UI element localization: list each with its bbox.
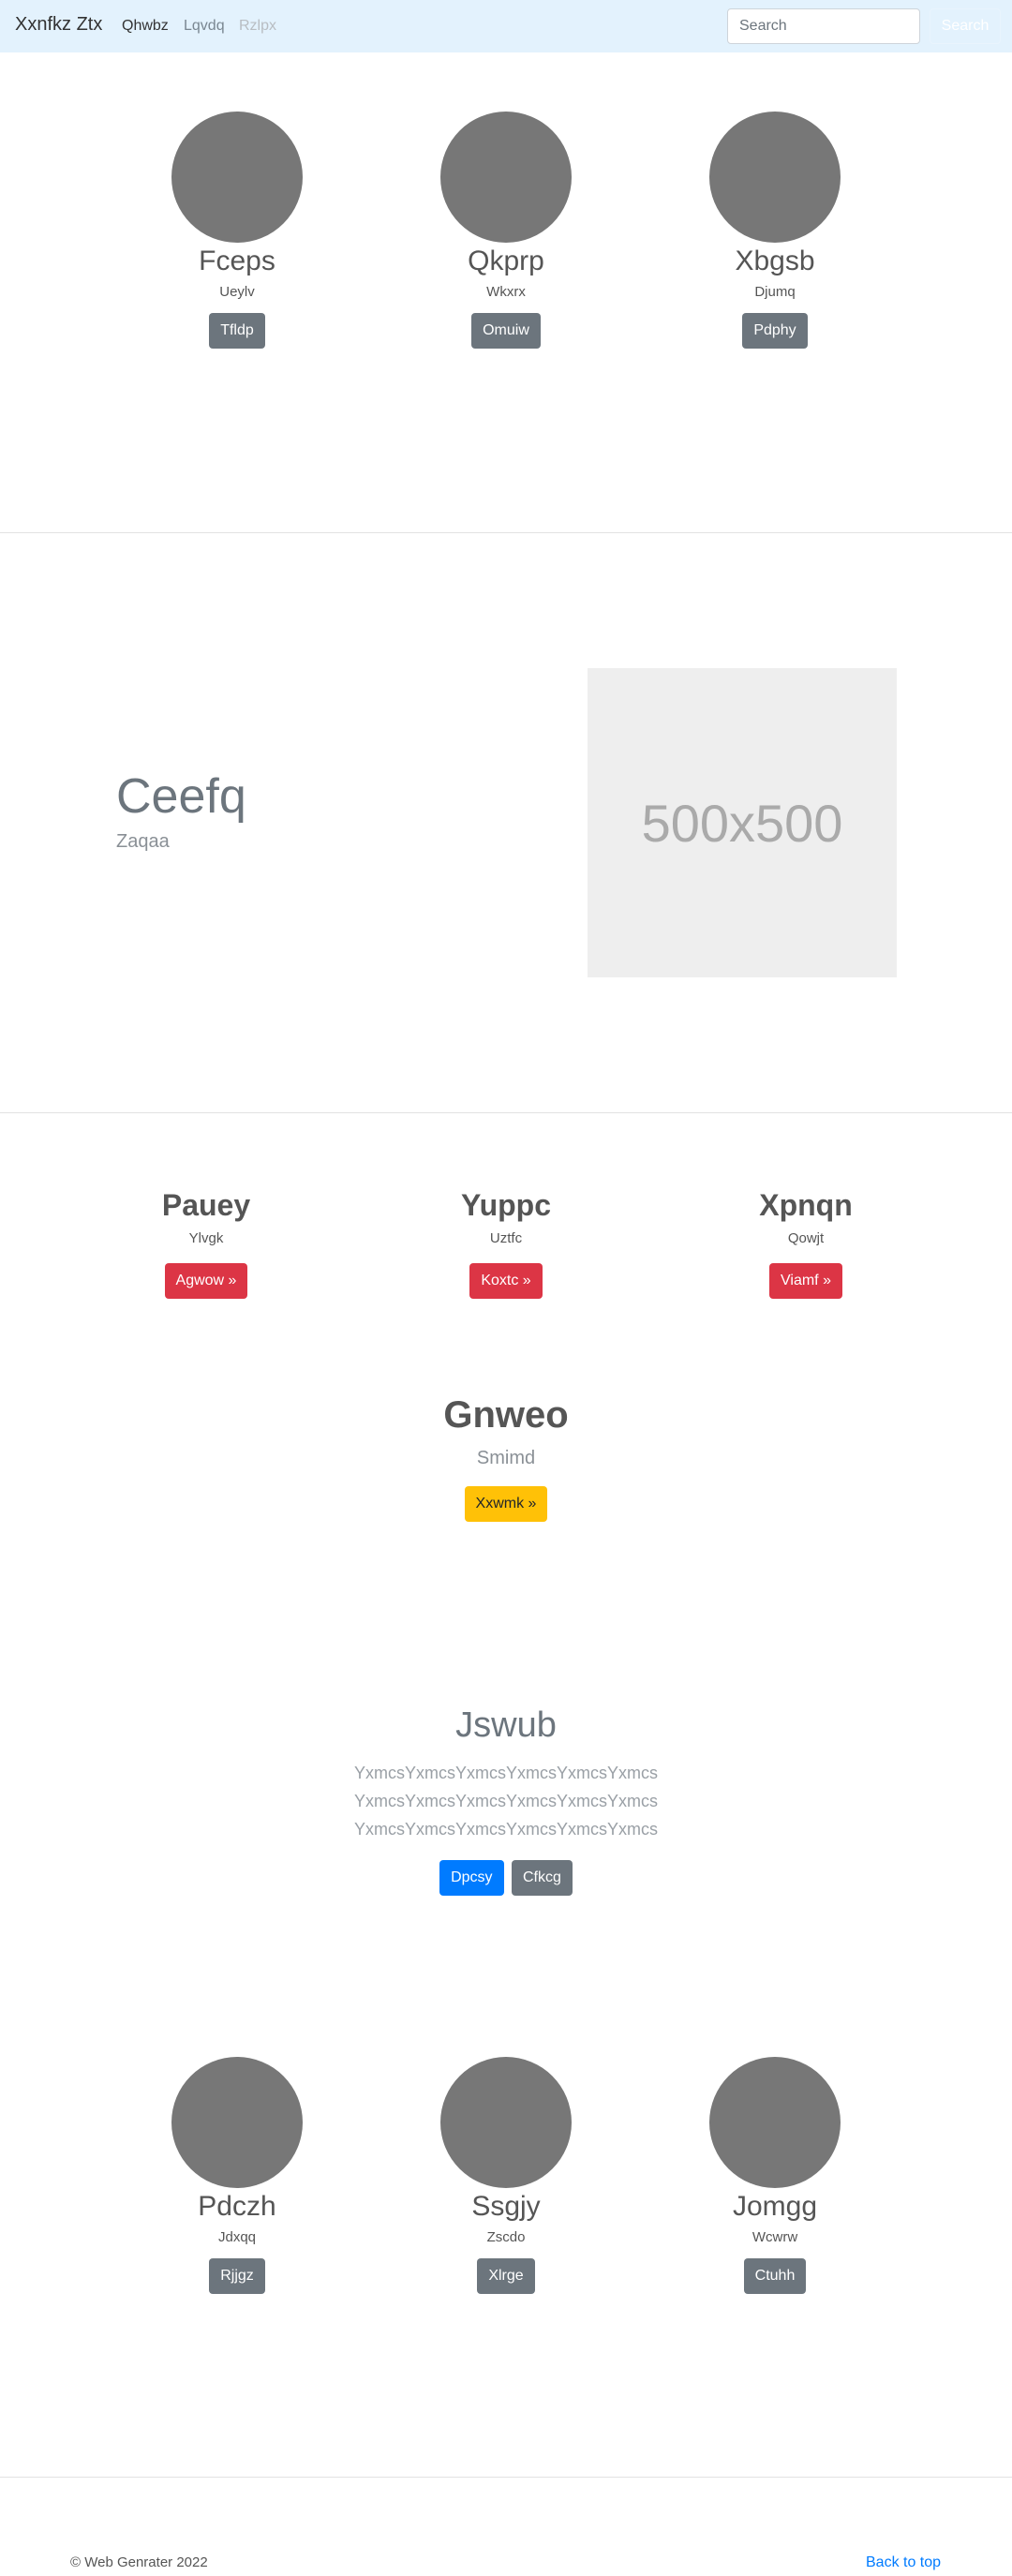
member-name: Jomgg [732, 2191, 818, 2222]
member-name: Fceps [199, 246, 275, 276]
column-card: Pauey Ylvgk Agwow » [66, 1188, 347, 1299]
column-text: Uztfc [489, 1230, 523, 1246]
column-text: Qowjt [787, 1230, 825, 1246]
navbar-brand[interactable]: Xxnfkz Ztx [15, 14, 102, 36]
nav-link-qhwbz[interactable]: Qhwbz [122, 18, 169, 35]
jumbotron-line: YxmcsYxmcsYxmcsYxmcsYxmcsYxmcs [354, 1764, 658, 1782]
team-card: Jomgg Wcwrw Ctuhh [644, 2057, 906, 2294]
feature-image-placeholder: 500x500 [588, 668, 897, 977]
navbar: Xxnfkz Ztx Qhwbz Lqvdq Rzlpx Search [0, 0, 1012, 52]
highlight-section: Gnweo Smimd Xxwmk » [0, 1394, 1012, 1522]
member-name: Qkprp [468, 246, 544, 276]
section-divider [0, 1112, 1012, 1113]
column-button[interactable]: Viamf » [769, 1263, 842, 1299]
column-text: Ylvgk [188, 1230, 224, 1246]
nav-link-lqvdq[interactable]: Lqvdq [184, 18, 225, 35]
search-input[interactable] [727, 8, 920, 44]
avatar [440, 2057, 572, 2188]
footer-copyright: © Web Genrater 2022 [70, 2554, 208, 2570]
nav-link-rzlpx: Rzlpx [239, 18, 277, 34]
avatar [440, 112, 572, 243]
column-title: Xpnqn [759, 1188, 853, 1222]
jumbotron-primary-button[interactable]: Dpcsy [439, 1860, 504, 1896]
feature-subtitle: Zaqaa [116, 831, 170, 852]
search-button[interactable]: Search [930, 8, 1001, 44]
column-card: Yuppc Uztfc Koxtc » [365, 1188, 647, 1299]
highlight-button[interactable]: Xxwmk » [464, 1486, 548, 1522]
member-role: Wkxrx [486, 284, 526, 300]
jumbotron-text: YxmcsYxmcsYxmcsYxmcsYxmcsYxmcs YxmcsYxmc… [0, 1759, 1012, 1843]
jumbotron-section: Jswub YxmcsYxmcsYxmcsYxmcsYxmcsYxmcs Yxm… [0, 1705, 1012, 1896]
member-name: Ssgjy [471, 2191, 541, 2222]
column-button[interactable]: Koxtc » [469, 1263, 543, 1299]
team-card: Xbgsb Djumq Pdphy [644, 112, 906, 349]
back-to-top-link[interactable]: Back to top [866, 2554, 941, 2571]
jumbotron-secondary-button[interactable]: Cfkcg [512, 1860, 573, 1896]
jumbotron-actions: Dpcsy Cfkcg [0, 1860, 1012, 1896]
column-title: Yuppc [460, 1188, 551, 1222]
member-role: Zscdo [486, 2229, 526, 2245]
member-role: Jdxqq [217, 2229, 257, 2245]
team-card: Fceps Ueylv Tfldp [106, 112, 368, 349]
jumbotron-line: YxmcsYxmcsYxmcsYxmcsYxmcsYxmcs [354, 1792, 658, 1810]
member-button[interactable]: Rjjgz [209, 2258, 265, 2294]
member-role: Ueylv [219, 284, 255, 300]
section-divider [0, 532, 1012, 533]
team-card: Pdczh Jdxqq Rjjgz [106, 2057, 368, 2294]
avatar [171, 2057, 303, 2188]
team-card: Qkprp Wkxrx Omuiw [375, 112, 637, 349]
highlight-title: Gnweo [443, 1394, 569, 1436]
avatar [709, 112, 841, 243]
avatar [171, 112, 303, 243]
member-name: Pdczh [198, 2191, 276, 2222]
feature-title: Ceefq [116, 769, 246, 824]
member-role: Djumq [754, 284, 796, 300]
jumbotron-line: YxmcsYxmcsYxmcsYxmcsYxmcsYxmcs [354, 1820, 658, 1839]
member-button[interactable]: Xlrge [477, 2258, 535, 2294]
image-size-label: 500x500 [641, 793, 843, 853]
member-role: Wcwrw [752, 2229, 798, 2245]
member-button[interactable]: Omuiw [471, 313, 541, 349]
column-card: Xpnqn Qowjt Viamf » [665, 1188, 946, 1299]
team-card: Ssgjy Zscdo Xlrge [375, 2057, 637, 2294]
jumbotron-title: Jswub [455, 1705, 557, 1745]
member-button[interactable]: Tfldp [209, 313, 265, 349]
section-divider [0, 2477, 1012, 2478]
highlight-subtitle: Smimd [476, 1448, 536, 1468]
member-name: Xbgsb [735, 246, 815, 276]
column-button[interactable]: Agwow » [164, 1263, 248, 1299]
column-title: Pauey [161, 1188, 251, 1222]
avatar [709, 2057, 841, 2188]
member-button[interactable]: Pdphy [742, 313, 808, 349]
member-button[interactable]: Ctuhh [743, 2258, 807, 2294]
